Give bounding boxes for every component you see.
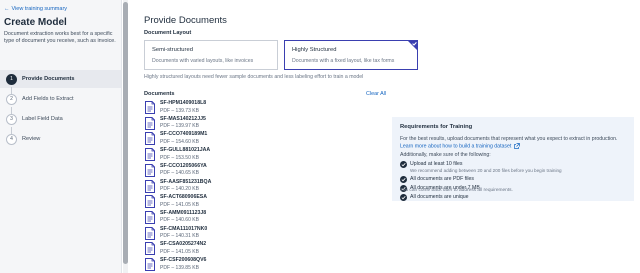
option-semi-structured[interactable]: Semi-structured Documents with varied la… [144, 40, 278, 70]
selected-check-icon [407, 40, 418, 51]
clear-all-button[interactable]: Clear All [366, 91, 386, 97]
document-icon [145, 101, 155, 114]
step-label: Label Field Data [22, 116, 63, 122]
requirements-link-row: Learn more about how to build a training… [400, 143, 520, 149]
document-name: SF-AASF851231BQA [160, 178, 212, 185]
document-name: SF-CMA111017NK0 [160, 225, 208, 232]
list-item[interactable]: SF-GULL881021JAA PDF – 153.50 KB [144, 146, 384, 163]
left-panel: ← View training summary Create Model Doc… [0, 0, 122, 273]
requirement-subtext: We recommend adding between 20 and 200 f… [410, 168, 562, 173]
document-icon [145, 179, 155, 193]
document-meta: PDF – 154.60 KB [160, 138, 199, 145]
document-icon [145, 210, 155, 224]
document-name: SF-GULL881021JAA [160, 147, 211, 154]
learn-more-link[interactable]: Learn more about how to build a training… [400, 143, 511, 149]
document-name: SF-CCO1205066YA [160, 162, 207, 169]
step-label: Review [22, 136, 41, 142]
check-circle-icon [400, 176, 407, 183]
document-meta: PDF – 140.60 KB [160, 217, 199, 224]
document-meta: PDF – 140.65 KB [160, 170, 199, 177]
document-meta: PDF – 140.31 KB [160, 233, 199, 240]
scrollbar-thumb[interactable] [123, 2, 128, 264]
back-link-label: View training summary [11, 6, 68, 12]
document-icon [145, 132, 155, 146]
requirements-additionally: Additionally, make sure of the following… [400, 152, 491, 158]
step-number: 3 [6, 113, 17, 125]
option-description: Documents with varied layouts, like invo… [152, 58, 254, 64]
document-name: SF-AMM0911123J8 [160, 209, 207, 216]
document-name: SF-ACT680906ESA [160, 194, 207, 201]
step-number: 1 [6, 73, 17, 85]
document-list: SF-HPM1409018L8 PDF – 139.73 KB SF-MAS14… [144, 99, 384, 273]
document-icon [145, 226, 155, 240]
document-name: SF-CSF200608QV6 [160, 257, 207, 263]
check-circle-icon [400, 194, 407, 201]
layout-hint: Highly structured layouts need fewer sam… [144, 74, 364, 80]
document-name: SF-CCO7409189M1 [160, 131, 208, 138]
list-item[interactable]: SF-HPM1409018L8 PDF – 139.73 KB [144, 99, 384, 116]
list-item[interactable]: SF-AASF851231BQA PDF – 140.20 KB [144, 178, 384, 195]
document-icon [145, 242, 155, 256]
document-icon [145, 116, 155, 130]
section-title: Provide Documents [144, 15, 227, 26]
document-name: SF-HPM1409018L8 [160, 100, 207, 106]
requirements-title: Requirements for Training [400, 124, 473, 130]
step-review[interactable]: 4 Review [0, 130, 121, 148]
page-title: Create Model [4, 17, 67, 28]
document-meta: PDF – 139.97 KB [160, 123, 199, 130]
document-meta: PDF – 141.05 KB [160, 201, 199, 208]
option-description: Documents with a fixed layout, like tax … [292, 58, 395, 64]
requirements-intro: For the best results, upload documents t… [400, 136, 618, 142]
document-icon [145, 258, 155, 271]
requirement-text: All documents are PDF files [410, 176, 475, 182]
list-item[interactable]: SF-CSF200608QV6 PDF – 139.85 KB [144, 256, 384, 273]
list-item[interactable]: SF-ACT680906ESA PDF – 141.05 KB [144, 193, 384, 210]
document-meta: PDF – 153.50 KB [160, 154, 199, 161]
step-number: 4 [6, 133, 17, 145]
option-title: Highly Structured [292, 47, 337, 53]
step-label-field-data[interactable]: 3 Label Field Data [0, 110, 121, 128]
document-name: SF-MAS140212JJ5 [160, 115, 206, 122]
document-layout-label: Document Layout [144, 30, 192, 36]
option-title: Semi-structured [152, 47, 193, 53]
list-item[interactable]: SF-CCO7409189M1 PDF – 154.60 KB [144, 130, 384, 147]
list-item[interactable]: SF-MAS140212JJ5 PDF – 139.97 KB [144, 115, 384, 132]
external-link-icon[interactable] [513, 143, 520, 149]
requirement-text: All documents are unique [410, 194, 469, 200]
vertical-scrollbar[interactable] [123, 0, 128, 273]
document-icon [145, 163, 155, 177]
documents-label: Documents [144, 91, 175, 97]
step-number: 2 [6, 93, 17, 105]
document-meta: PDF – 139.85 KB [160, 264, 199, 271]
option-highly-structured[interactable]: Highly Structured Documents with a fixed… [284, 40, 418, 70]
step-label: Add Fields to Extract [22, 96, 74, 102]
list-item[interactable]: SF-CCO1205066YA PDF – 140.65 KB [144, 162, 384, 179]
document-icon [145, 195, 155, 209]
document-meta: PDF – 141.05 KB [160, 248, 199, 255]
list-item[interactable]: SF-AMM0911123J8 PDF – 140.60 KB [144, 209, 384, 226]
document-meta: PDF – 139.73 KB [160, 107, 199, 114]
page-description: Document extraction works best for a spe… [4, 31, 116, 45]
step-add-fields[interactable]: 2 Add Fields to Extract [0, 90, 121, 108]
step-provide-documents[interactable]: 1 Provide Documents [0, 70, 121, 88]
step-label: Provide Documents [22, 76, 75, 82]
arrow-left-icon: ← [4, 6, 10, 12]
list-item[interactable]: SF-CSA0205274N2 PDF – 141.05 KB [144, 240, 384, 257]
back-link[interactable]: ← View training summary [4, 6, 67, 12]
document-meta: PDF – 140.20 KB [160, 186, 199, 192]
check-circle-icon [400, 161, 407, 168]
requirement-text: Upload at least 10 files [410, 161, 463, 167]
list-item[interactable]: SF-CMA111017NK0 PDF – 140.31 KB [144, 225, 384, 242]
document-name: SF-CSA0205274N2 [160, 241, 207, 248]
requirements-footer: You can come back later to address all r… [400, 188, 513, 193]
document-icon [145, 148, 155, 162]
